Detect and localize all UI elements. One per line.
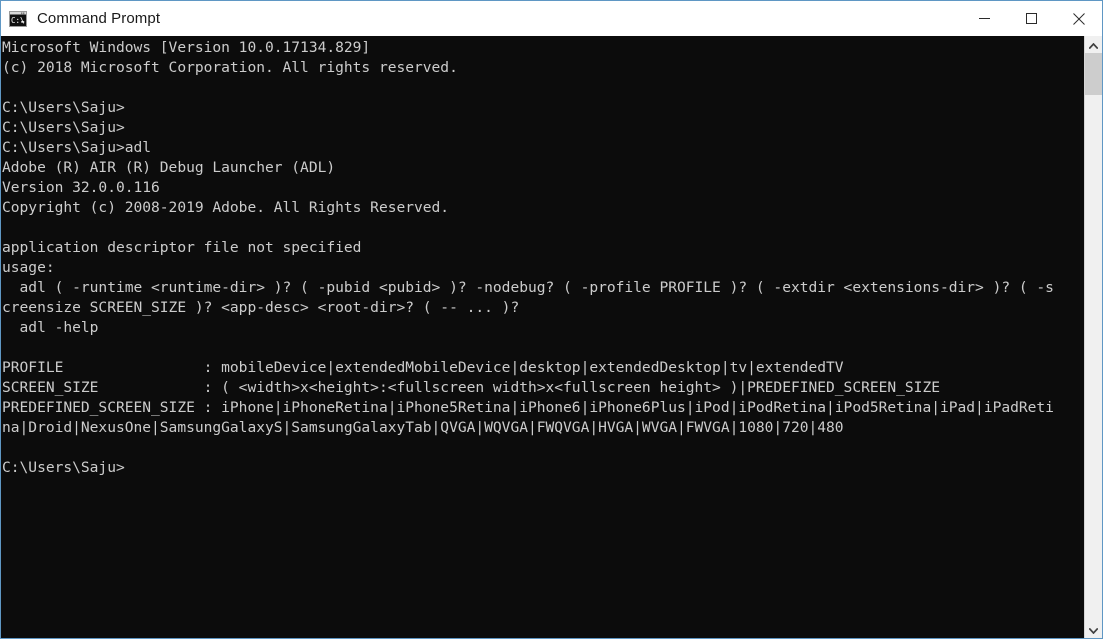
svg-text:C:\: C:\: [11, 16, 25, 25]
chevron-down-icon: [1088, 621, 1099, 639]
terminal-text: Microsoft Windows [Version 10.0.17134.82…: [2, 39, 1054, 476]
scrollbar-track[interactable]: [1085, 53, 1102, 621]
window-title: Command Prompt: [37, 10, 161, 27]
title-bar[interactable]: C:\ Command Prompt: [1, 1, 1102, 36]
scrollbar-thumb[interactable]: [1085, 53, 1102, 95]
minimize-button[interactable]: [961, 1, 1008, 36]
command-prompt-window: C:\ Command Prompt Microsoft Windows [Ve…: [0, 0, 1103, 639]
chevron-up-icon: [1088, 36, 1099, 54]
window-controls: [961, 1, 1102, 36]
scroll-up-button[interactable]: [1085, 36, 1102, 53]
vertical-scrollbar[interactable]: [1084, 36, 1102, 638]
title-bar-left: C:\ Command Prompt: [1, 10, 961, 27]
maximize-button[interactable]: [1008, 1, 1055, 36]
close-button[interactable]: [1055, 1, 1102, 36]
command-prompt-icon: C:\: [9, 10, 27, 27]
scroll-down-button[interactable]: [1085, 621, 1102, 638]
console-area: Microsoft Windows [Version 10.0.17134.82…: [1, 36, 1102, 638]
terminal-output-pane[interactable]: Microsoft Windows [Version 10.0.17134.82…: [1, 36, 1084, 638]
